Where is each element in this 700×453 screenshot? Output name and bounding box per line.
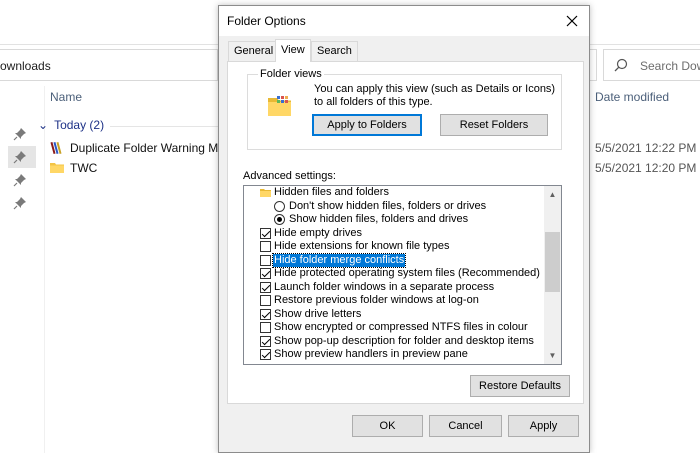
folder-views-label: Folder views [258,68,324,80]
scroll-down-icon[interactable]: ▼ [548,351,557,360]
list-item[interactable]: Launch folder windows in a separate proc… [244,281,544,295]
group-header-today[interactable]: ⌄ Today (2) [38,118,104,132]
search-placeholder: Search Dow [640,59,700,73]
list-item[interactable]: Restore previous folder windows at log-o… [244,294,544,308]
list-item-label: Show hidden files, folders and drives [289,213,469,225]
search-box[interactable]: Search Dow [603,49,700,81]
checkbox[interactable] [260,254,271,266]
file-date: 5/5/2021 12:22 PM [595,141,697,155]
reset-folders-button[interactable]: Reset Folders [440,114,548,136]
chevron-down-icon: ⌄ [38,118,49,132]
radio-button[interactable] [274,214,285,225]
file-name: Duplicate Folder Warning Me [70,141,225,155]
list-item-label: Hide protected operating system files (R… [274,267,540,279]
list-item-label: Don't show hidden files, folders or driv… [289,199,487,212]
folder-views-description: You can apply this view (such as Details… [314,83,556,108]
column-header-date-modified[interactable]: Date modified [595,90,669,104]
folder-views-group: Folder views You can apply this view (su… [247,68,562,150]
view-tab-panel: Folder views You can apply this view (su… [227,61,584,404]
list-item[interactable]: Show drive letters [244,308,544,322]
vertical-scrollbar[interactable]: ▲ ▼ [544,186,561,364]
checkbox[interactable] [260,349,271,360]
scroll-up-icon[interactable]: ▲ [548,190,557,199]
list-item-label: Hide empty drives [274,226,363,239]
list-item-label: Show pop-up description for folder and d… [274,334,534,347]
checkbox[interactable] [260,295,271,306]
column-header-name[interactable]: Name [50,90,82,104]
search-icon [614,58,628,72]
checkbox[interactable] [260,322,271,333]
list-item-selected[interactable]: Hide folder merge conflicts [244,252,544,268]
tab-general[interactable]: General [228,41,280,61]
list-item[interactable]: Show pop-up description for folder and d… [244,335,544,349]
tab-search[interactable]: Search [311,41,358,61]
list-item-label: Show preview handlers in preview pane [274,348,468,360]
pin-icon[interactable] [12,172,28,188]
group-divider [110,126,228,127]
ok-button[interactable]: OK [352,415,423,437]
advanced-settings-list[interactable]: Hidden files and folders Don't show hidd… [243,185,562,365]
address-bar[interactable]: ownloads [0,49,218,81]
list-item[interactable]: Hide empty drives [244,227,544,241]
dialog-title: Folder Options [227,14,306,28]
tab-view[interactable]: View [275,39,311,62]
group-header-label: Today (2) [54,118,105,132]
folder-options-dialog: Folder Options General View Search Folde… [218,5,590,453]
pin-icon[interactable] [12,149,28,165]
nav-pane-divider [44,86,45,453]
list-item[interactable]: Show encrypted or compressed NTFS files … [244,321,544,335]
cancel-button[interactable]: Cancel [429,415,502,437]
list-item-label: Hide folder merge conflicts [271,252,407,268]
close-button[interactable] [557,8,587,34]
scrollbar-thumb[interactable] [545,232,560,292]
list-item[interactable]: Hide protected operating system files (R… [244,267,544,281]
dialog-titlebar[interactable]: Folder Options [219,6,589,36]
checkbox[interactable] [260,335,271,347]
list-item-label: Launch folder windows in a separate proc… [274,280,495,293]
checkbox[interactable] [260,308,271,320]
checkbox[interactable] [260,241,271,252]
folder-icon [50,163,64,173]
file-date: 5/5/2021 12:20 PM [595,161,697,175]
radio-button[interactable] [274,200,285,212]
apply-button[interactable]: Apply [508,415,579,437]
apply-to-folders-button[interactable]: Apply to Folders [312,114,422,136]
file-name: TWC [70,161,98,175]
folder-views-icon [268,96,291,116]
list-item[interactable]: Show preview handlers in preview pane [244,348,544,362]
list-item-label: Hidden files and folders [274,186,389,198]
pin-icon[interactable] [12,126,28,142]
list-item-label: Restore previous folder windows at log-o… [274,294,479,306]
checkbox[interactable] [260,281,271,293]
close-icon [566,15,578,27]
winrar-archive-icon [50,141,62,155]
advanced-settings-label: Advanced settings: [243,170,336,182]
restore-defaults-button[interactable]: Restore Defaults [470,375,570,397]
list-item[interactable]: Show hidden files, folders and drives [244,213,544,227]
pin-icon[interactable] [12,195,28,211]
list-item-label: Show drive letters [274,307,362,320]
checkbox[interactable] [260,268,271,279]
list-item[interactable]: Don't show hidden files, folders or driv… [244,200,544,214]
list-item-label: Hide extensions for known file types [274,240,450,252]
list-item[interactable]: Hide extensions for known file types [244,240,544,254]
folder-icon [260,189,271,197]
list-item[interactable]: Hidden files and folders [244,186,544,200]
checkbox[interactable] [260,227,271,239]
address-bar-text: ownloads [0,59,51,73]
list-item-label: Show encrypted or compressed NTFS files … [274,321,528,333]
